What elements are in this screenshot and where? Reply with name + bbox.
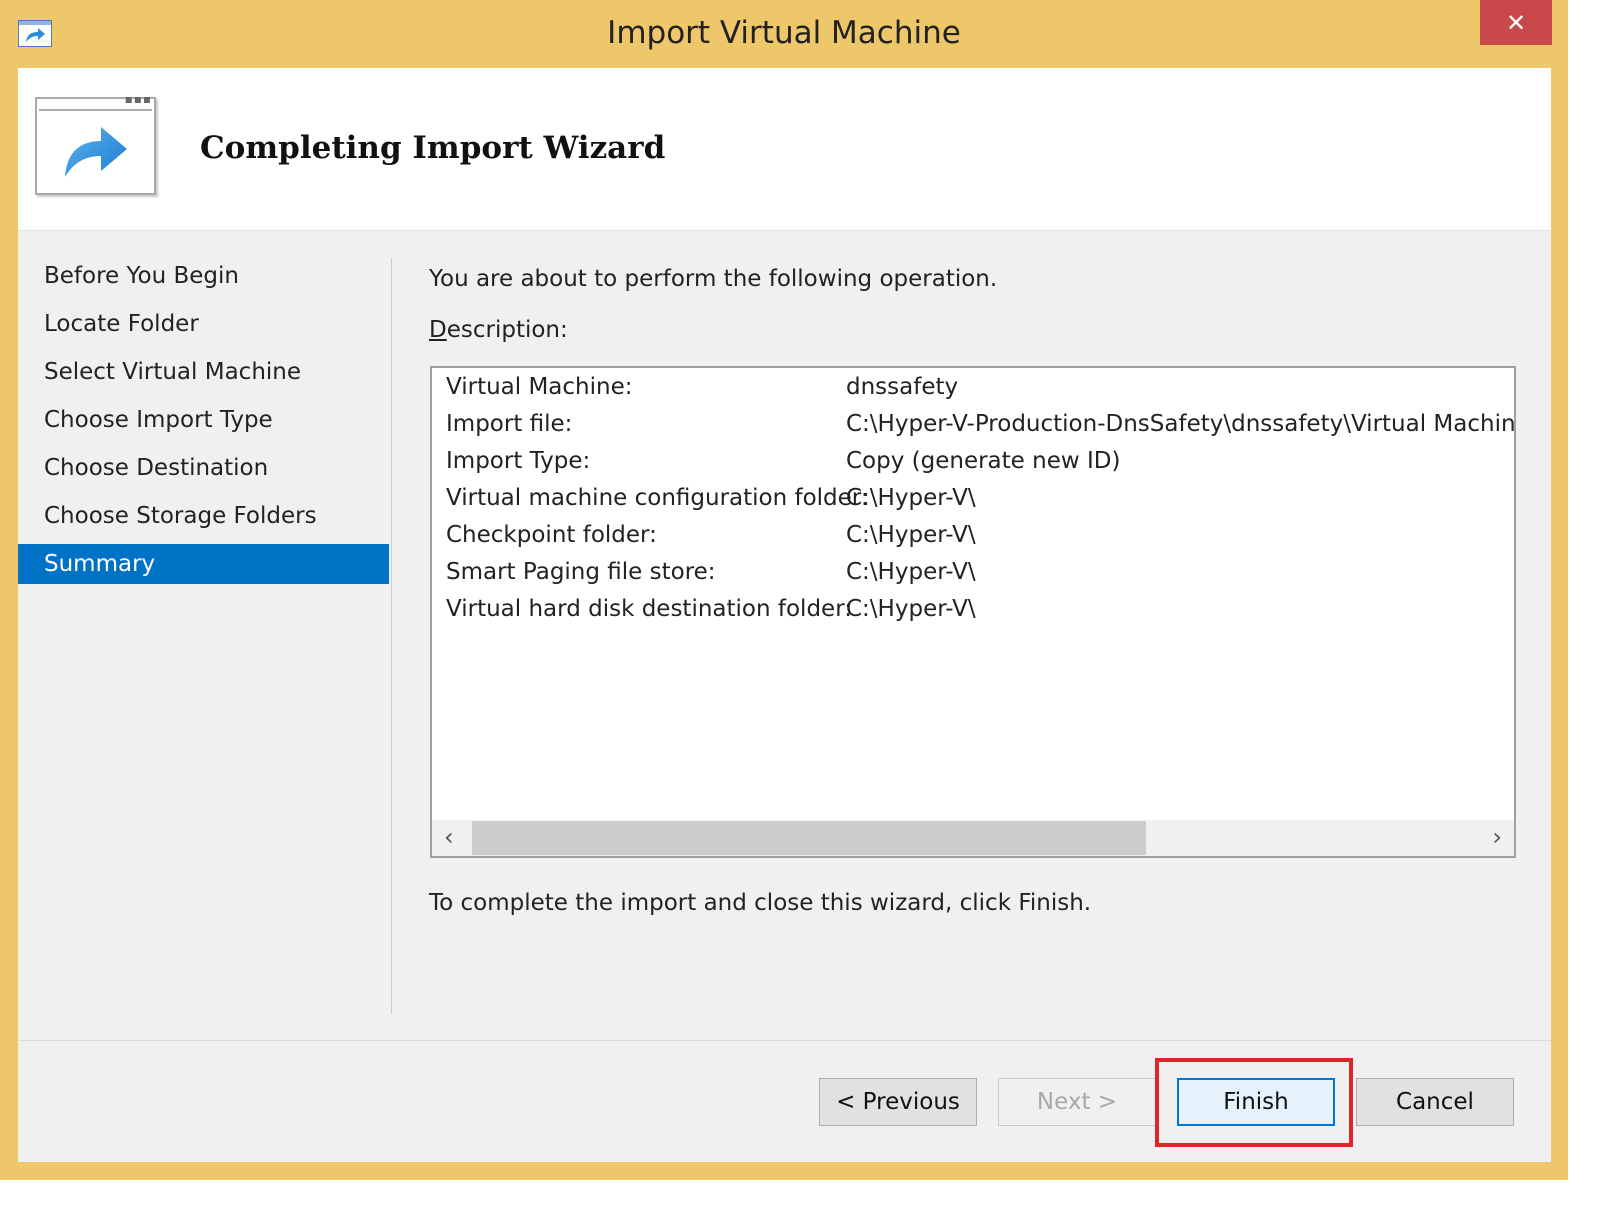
import-vm-window: Import Virtual Machine ✕ ▪▪▪ Completing [0, 0, 1568, 1180]
description-key: Virtual machine configuration folder: [446, 485, 869, 511]
description-key: Import Type: [446, 448, 591, 474]
description-label: Description: [429, 317, 568, 343]
step-choose-import-type[interactable]: Choose Import Type [18, 400, 389, 440]
description-key: Import file: [446, 411, 573, 437]
wizard-header: ▪▪▪ Completing Import Wizard [18, 68, 1551, 231]
description-key: Checkpoint folder: [446, 522, 657, 548]
description-key: Virtual hard disk destination folder: [446, 596, 852, 622]
description-value: C:\Hyper-V-Production-DnsSafety\dnssafet… [846, 411, 1516, 437]
nav-divider [391, 258, 392, 1014]
description-value: dnssafety [846, 374, 959, 400]
description-label-mnemonic: D [429, 317, 447, 343]
description-value: C:\Hyper-V\ [846, 485, 976, 511]
description-value: C:\Hyper-V\ [846, 559, 976, 585]
description-textbox[interactable]: Virtual Machine: dnssafety Import file: … [430, 366, 1516, 858]
scroll-right-icon[interactable]: › [1492, 823, 1502, 851]
scroll-left-icon[interactable]: ‹ [444, 823, 454, 851]
step-summary[interactable]: Summary [18, 544, 389, 584]
description-value: C:\Hyper-V\ [846, 522, 976, 548]
import-wizard-icon: ▪▪▪ [35, 92, 156, 195]
wizard-steps-nav: Before You Begin Locate Folder Select Vi… [18, 256, 389, 592]
step-choose-storage-folders[interactable]: Choose Storage Folders [18, 496, 389, 536]
step-select-virtual-machine[interactable]: Select Virtual Machine [18, 352, 389, 392]
cancel-button[interactable]: Cancel [1356, 1078, 1514, 1126]
description-value: Copy (generate new ID) [846, 448, 1121, 474]
wizard-client-area: ▪▪▪ Completing Import Wizard Before You … [18, 68, 1551, 1162]
previous-button[interactable]: < Previous [819, 1078, 977, 1126]
next-button[interactable]: Next > [998, 1078, 1156, 1126]
window-title: Import Virtual Machine [607, 15, 961, 51]
step-locate-folder[interactable]: Locate Folder [18, 304, 389, 344]
finish-instruction: To complete the import and close this wi… [429, 890, 1092, 916]
close-button[interactable]: ✕ [1480, 0, 1552, 45]
page-title: Completing Import Wizard [200, 130, 666, 166]
footer-divider [18, 1040, 1551, 1041]
title-bar[interactable]: Import Virtual Machine ✕ [0, 0, 1568, 68]
finish-highlight-box [1155, 1058, 1353, 1147]
description-key: Virtual Machine: [446, 374, 633, 400]
step-before-you-begin[interactable]: Before You Begin [18, 256, 389, 296]
scrollbar-thumb[interactable] [472, 821, 1146, 855]
description-label-rest: escription: [446, 317, 568, 343]
intro-text: You are about to perform the following o… [429, 266, 998, 292]
description-key: Smart Paging file store: [446, 559, 716, 585]
horizontal-scrollbar[interactable]: ‹ › [432, 820, 1514, 856]
step-choose-destination[interactable]: Choose Destination [18, 448, 389, 488]
description-value: C:\Hyper-V\ [846, 596, 976, 622]
